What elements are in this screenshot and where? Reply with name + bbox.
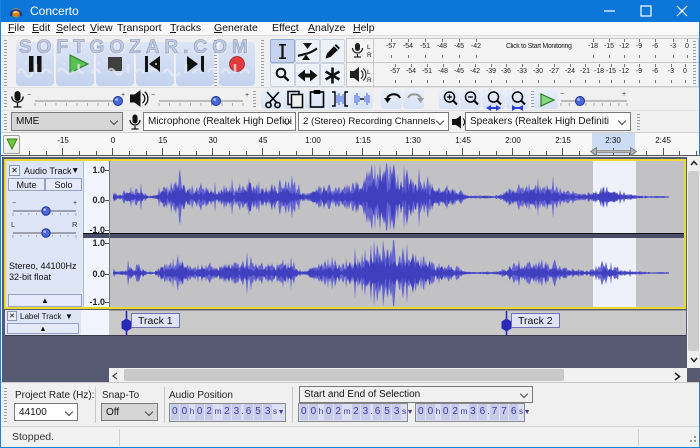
svg-text:−: − [560, 91, 564, 98]
svg-text:+: + [73, 200, 77, 207]
svg-text:L: L [367, 69, 371, 76]
svg-text:R: R [72, 220, 78, 229]
svg-text:R: R [367, 52, 372, 59]
svg-text:L: L [11, 220, 15, 229]
svg-text:+: + [245, 92, 249, 99]
svg-text:−: − [12, 200, 16, 207]
svg-text:R: R [367, 77, 372, 84]
svg-text:L: L [367, 44, 371, 51]
svg-text:+: + [622, 91, 626, 98]
svg-text:−: − [151, 92, 155, 99]
svg-text:−: − [27, 92, 31, 99]
